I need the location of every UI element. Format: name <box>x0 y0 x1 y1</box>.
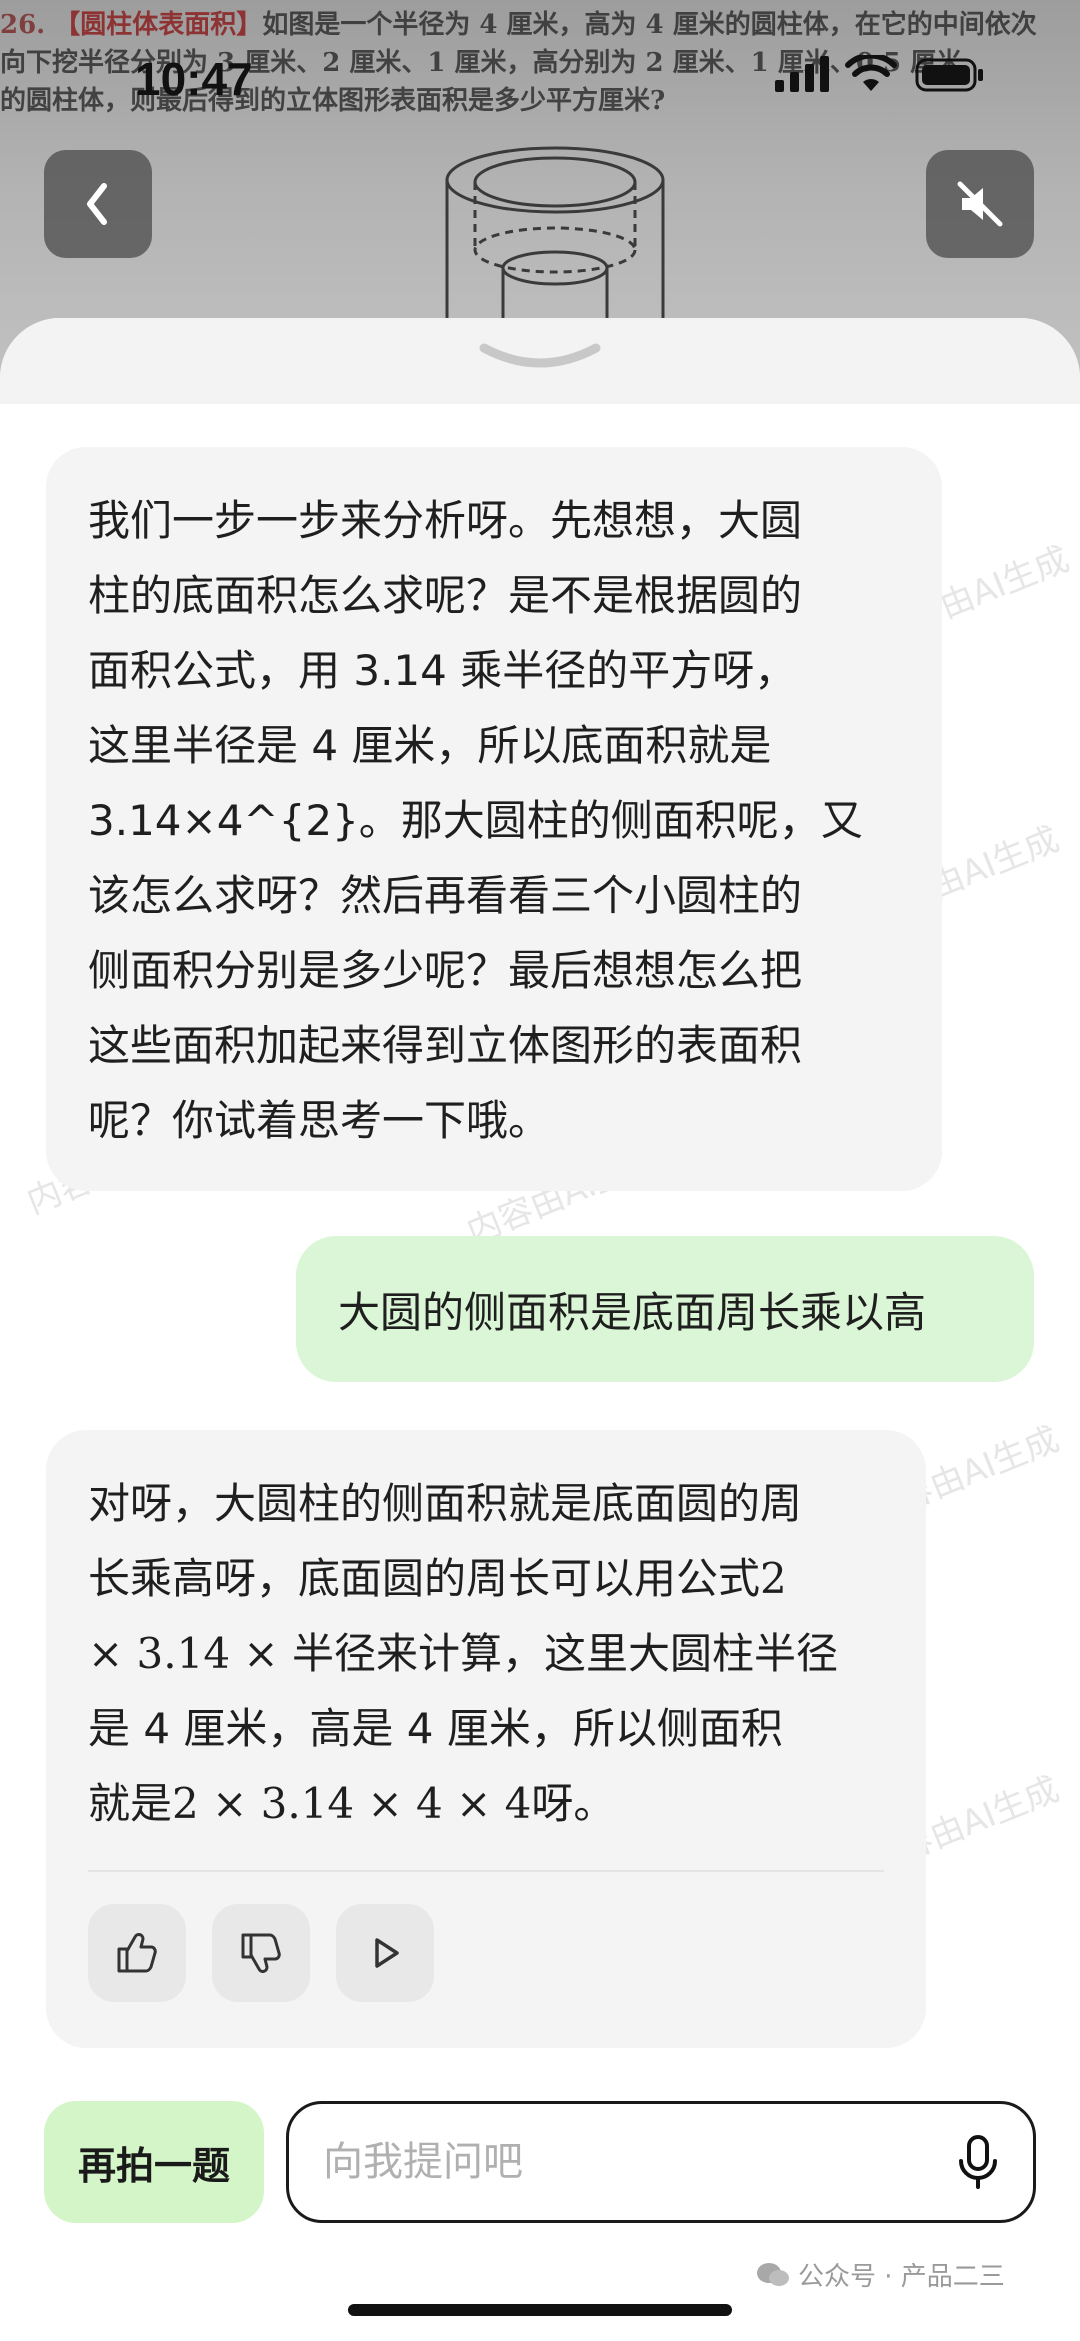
message-line: 这里半径是 4 厘米，所以底面积就是 <box>88 721 772 770</box>
microphone-icon[interactable] <box>955 2133 1001 2191</box>
like-button[interactable] <box>88 1904 186 2002</box>
thumbs-down-icon <box>241 1933 281 1973</box>
chevron-left-icon <box>87 183 107 225</box>
message-line: 这些面积加起来得到立体图形的表面积 <box>88 1021 803 1070</box>
footer-watermark: 公众号 · 产品二三 <box>756 2256 1005 2293</box>
message-line: 侧面积分别是多少呢？最后想想怎么把 <box>88 946 803 995</box>
speaker-muted-icon <box>957 181 1003 227</box>
message-actions <box>88 1904 884 2002</box>
message-line: 柱的底面积怎么求呢？是不是根据圆的 <box>88 571 803 620</box>
battery-icon <box>915 58 983 92</box>
math-formula: × 3.14 × <box>88 1629 279 1678</box>
math-formula: 2 <box>760 1554 787 1603</box>
ask-input[interactable] <box>321 2138 955 2186</box>
message-line: 呢？你试着思考一下哦。 <box>88 1096 551 1145</box>
thumbs-up-icon <box>117 1933 157 1973</box>
wifi-icon <box>845 55 897 91</box>
sheet-header <box>0 318 1080 404</box>
assistant-message: 对呀，大圆柱的侧面积就是底面圆的周 长乘高呀，底面圆的周长可以用公式2 × 3.… <box>46 1430 926 2048</box>
message-line: 是 4 厘米，高是 4 厘米，所以侧面积 <box>88 1704 783 1753</box>
wechat-icon <box>757 2262 789 2286</box>
cellular-signal-icon <box>775 56 829 92</box>
collapse-handle-icon[interactable] <box>478 338 602 374</box>
message-line: × 3.14 × 半径来计算，这里大圆柱半径 <box>88 1629 838 1678</box>
play-audio-button[interactable] <box>336 1904 434 2002</box>
status-time: 10:47 <box>135 53 253 105</box>
message-line: 长乘高呀，底面圆的周长可以用公式2 <box>88 1554 787 1603</box>
user-message-text: 大圆的侧面积是底面周长乘以高 <box>338 1287 927 1337</box>
status-bar: 10:47 <box>0 0 1080 150</box>
message-line: 该怎么求呀？然后再看看三个小圆柱的 <box>88 871 803 920</box>
assistant-message: 我们一步一步来分析呀。先想想，大圆 柱的底面积怎么求呢？是不是根据圆的 面积公式… <box>46 447 942 1191</box>
message-line: 3.14×4^{2}。那大圆柱的侧面积呢，又 <box>88 796 863 845</box>
message-line: 我们一步一步来分析呀。先想想，大圆 <box>88 496 803 545</box>
retake-photo-button[interactable]: 再拍一题 <box>44 2101 264 2223</box>
ask-input-box[interactable] <box>286 2101 1036 2223</box>
home-indicator[interactable] <box>348 2304 732 2316</box>
message-divider <box>88 1870 884 1872</box>
cylinder-diagram <box>445 146 665 340</box>
message-line: 对呀，大圆柱的侧面积就是底面圆的周 <box>88 1479 803 1528</box>
back-button[interactable] <box>44 150 152 258</box>
math-formula: 2 × 3.14 × 4 × 4 <box>172 1779 532 1828</box>
message-line: 面积公式，用 3.14 乘半径的平方呀， <box>88 646 797 695</box>
mute-button[interactable] <box>926 150 1034 258</box>
message-line: 就是2 × 3.14 × 4 × 4呀。 <box>88 1779 616 1828</box>
dislike-button[interactable] <box>212 1904 310 2002</box>
message-body: 对呀，大圆柱的侧面积就是底面圆的周 长乘高呀，底面圆的周长可以用公式2 × 3.… <box>88 1466 884 1870</box>
play-icon <box>375 1938 399 1968</box>
user-message: 大圆的侧面积是底面周长乘以高 <box>296 1236 1034 1382</box>
